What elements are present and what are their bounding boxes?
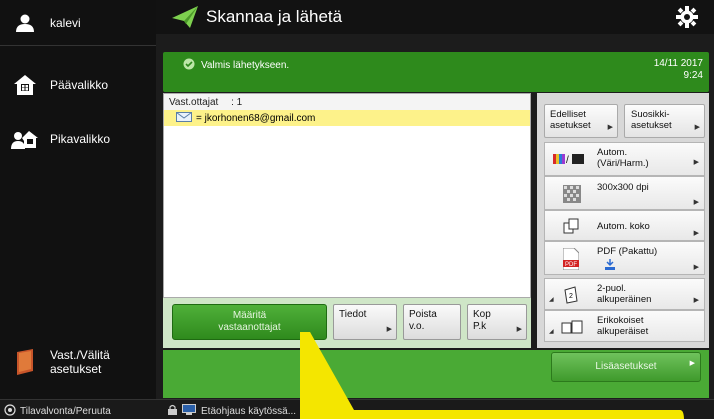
mixed-sizes-icon	[561, 320, 583, 334]
expand-icon: ◢	[549, 329, 554, 335]
pdf-icon: PDF	[563, 248, 579, 270]
specify-label-line1: Määritä	[232, 310, 267, 321]
previous-label-line2: asetukset	[550, 120, 591, 131]
file-format-label: PDF (Pakattu)	[597, 246, 658, 257]
remote-ui-status: Etäohjaus käytössä...	[201, 405, 297, 417]
resolution-icon	[563, 185, 581, 203]
status-bar: Valmis lähetykseen. 14/11 2017 9:24	[163, 52, 709, 92]
details-button[interactable]: Tiedot ▶	[333, 304, 397, 340]
resolution-label: 300x300 dpi	[597, 182, 649, 193]
duplex-setting[interactable]: ◢ 2 2-puol. alkuperäinen ▶	[544, 278, 705, 310]
ready-icon	[183, 58, 195, 73]
copy-label-line2: P.k	[473, 321, 487, 332]
recipients-header: Vast.ottajat : 1	[164, 94, 530, 110]
remove-label-line2: v.o.	[409, 321, 425, 332]
arrow-icon: ▶	[516, 326, 522, 333]
color-mode-line2: (Väri/Harm.)	[597, 158, 649, 169]
favorite-label-line1: Suosikki-	[631, 109, 670, 120]
copy-label-line1: Kop	[473, 309, 491, 320]
scan-size-setting[interactable]: Autom. koko ▶	[544, 210, 705, 241]
email-icon	[176, 111, 192, 125]
arrow-icon: ▶	[694, 124, 700, 131]
arrow-icon: ▶	[693, 159, 699, 166]
arrow-icon: ▶	[607, 124, 613, 131]
compressed-icon	[605, 259, 615, 274]
previous-settings-button[interactable]: Edelliset asetukset ▶	[544, 104, 618, 138]
mixed-line2: alkuperäiset	[597, 326, 649, 337]
svg-text:PDF: PDF	[565, 262, 577, 268]
specify-recipients-button[interactable]: Määritä vastaanottajat	[172, 304, 327, 340]
more-settings-button[interactable]: Lisäasetukset ▶	[551, 352, 701, 382]
previous-label-line1: Edelliset	[550, 109, 586, 120]
duplex-line1: 2-puol.	[597, 283, 627, 294]
expand-icon: ◢	[549, 297, 554, 303]
arrow-icon: ▶	[693, 230, 699, 237]
sidebar-item-label-line2: asetukset	[50, 362, 102, 376]
status-date: 14/11 2017	[653, 58, 703, 69]
specify-label-line2: vastaanottajat	[218, 322, 281, 333]
mixed-line1: Erikokoiset	[597, 315, 644, 326]
quick-menu-icon	[0, 129, 50, 149]
details-label: Tiedot	[339, 309, 367, 320]
remove-label-line1: Poista	[409, 309, 437, 320]
status-monitor-button[interactable]: Tilavalvonta/Peruuta	[4, 404, 111, 419]
duplex-icon: 2	[563, 286, 579, 304]
sidebar: kalevi Päävalikko Pikavalikko Vast./Väli…	[0, 0, 156, 399]
header: Skannaa ja lähetä	[156, 0, 714, 34]
status-message: Valmis lähetykseen.	[201, 60, 290, 71]
user-row[interactable]: kalevi	[0, 0, 156, 46]
svg-text:/: /	[566, 155, 569, 165]
arrow-icon: ▶	[693, 199, 699, 206]
sidebar-item-label: Vast./Välitä	[50, 348, 110, 362]
status-time: 9:24	[683, 70, 703, 81]
recipients-label: Vast.ottajat	[169, 97, 219, 108]
scan-size-icon	[563, 218, 579, 234]
sidebar-item-main-menu[interactable]: Päävalikko	[0, 62, 156, 108]
status-monitor-icon	[4, 404, 16, 419]
scan-size-label: Autom. koko	[597, 221, 650, 232]
arrow-icon: ▶	[693, 297, 699, 304]
sidebar-item-quick-menu[interactable]: Pikavalikko	[0, 116, 156, 162]
user-icon	[0, 14, 50, 32]
svg-text:2: 2	[569, 293, 573, 300]
lock-icon	[168, 404, 177, 418]
resolution-setting[interactable]: 300x300 dpi ▶	[544, 176, 705, 210]
page-title: Skannaa ja lähetä	[206, 7, 343, 26]
screen: kalevi Päävalikko Pikavalikko Vast./Väli…	[0, 0, 714, 419]
scan-send-icon	[172, 6, 198, 28]
favorite-settings-button[interactable]: Suosikki- asetukset ▶	[624, 104, 705, 138]
arrow-icon: ▶	[693, 264, 699, 271]
recipient-address: = jkorhonen68@gmail.com	[196, 112, 316, 124]
color-mode-line1: Autom.	[597, 147, 628, 158]
home-icon	[0, 74, 50, 96]
address-book-icon	[0, 349, 50, 375]
arrow-icon: ▶	[386, 326, 392, 333]
favorite-label-line2: asetukset	[631, 120, 672, 131]
user-name: kalevi	[50, 15, 81, 30]
status-monitor-label: Tilavalvonta/Peruuta	[20, 406, 111, 417]
remote-ui-icon	[182, 404, 196, 418]
color-mode-setting[interactable]: / Autom. (Väri/Harm.) ▶	[544, 142, 705, 176]
sidebar-item-label: Päävalikko	[50, 78, 109, 92]
gear-icon[interactable]	[676, 6, 698, 33]
color-mode-icon: /	[553, 153, 587, 165]
remove-recipient-button[interactable]: Poista v.o.	[403, 304, 461, 340]
arrow-icon: ▶	[689, 360, 695, 367]
sidebar-item-label: Pikavalikko	[50, 132, 111, 146]
recipients-panel: Vast.ottajat : 1 = jkorhonen68@gmail.com	[163, 93, 531, 298]
sidebar-item-address-settings[interactable]: Vast./Välitä asetukset	[0, 338, 156, 386]
mixed-originals-setting[interactable]: ◢ Erikokoiset alkuperäiset	[544, 310, 705, 342]
more-settings-label: Lisäasetukset	[595, 361, 657, 372]
footer: Tilavalvonta/Peruuta Etäohjaus käytössä.…	[0, 399, 714, 419]
duplex-line2: alkuperäinen	[597, 294, 652, 305]
file-format-setting[interactable]: PDF PDF (Pakattu) ▶	[544, 241, 705, 275]
recipients-count: : 1	[231, 97, 243, 108]
recipient-row[interactable]: = jkorhonen68@gmail.com	[164, 110, 530, 126]
copy-cc-button[interactable]: Kop P.k ▶	[467, 304, 527, 340]
